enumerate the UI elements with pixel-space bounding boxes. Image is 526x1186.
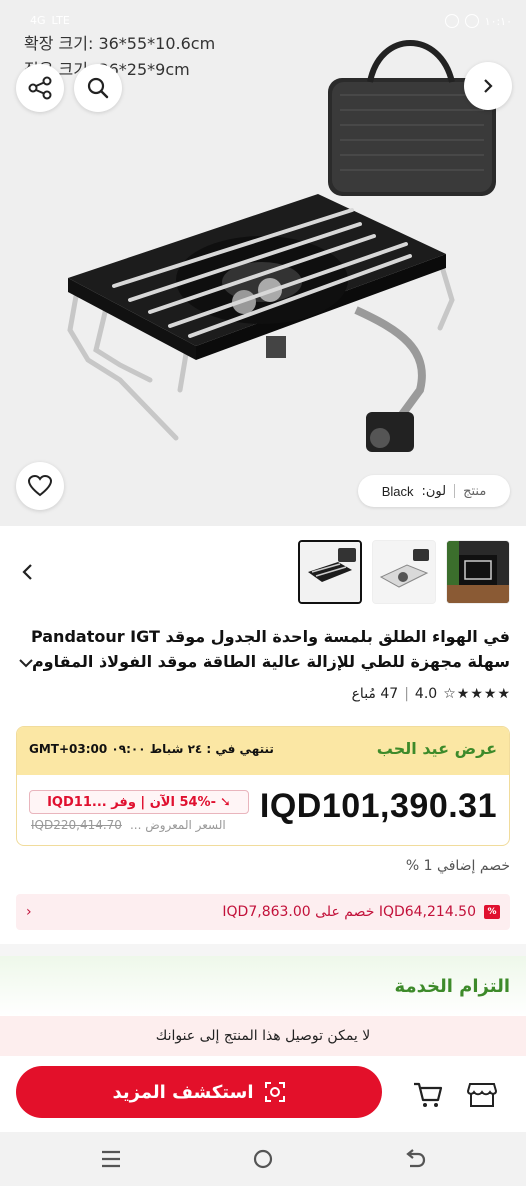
color-value: Black — [381, 483, 414, 499]
product-image-gallery[interactable]: 4G LTE ١٠:١٠ 확장 크기: 36*55*10.6cm 크기: 36*… — [0, 0, 526, 526]
thumbnail-3[interactable] — [446, 540, 510, 604]
service-commitment-section[interactable]: التزام الخدمة — [0, 956, 526, 1016]
store-icon[interactable] — [464, 1076, 500, 1112]
sold-count: 47 مُباع — [351, 686, 399, 702]
promo-card: عرض عيد الحب تنتهي في : ٢٤ شباط ٠٩:٠٠ GM… — [16, 726, 510, 846]
explore-more-label: استكشف المزيد — [112, 1081, 254, 1103]
original-price: IQD220,414.70 — [31, 818, 122, 832]
search-button[interactable] — [74, 64, 122, 112]
share-icon — [28, 76, 52, 100]
spec-expanded-size: 확장 크기: 36*55*10.6cm — [24, 34, 216, 53]
share-button[interactable] — [16, 64, 64, 112]
system-nav-bar — [0, 1132, 526, 1186]
chevron-left-icon[interactable] — [18, 560, 38, 584]
star-icon: ★ — [456, 686, 470, 702]
star-icon: ★ — [483, 686, 497, 702]
promo-header: عرض عيد الحب تنتهي في : ٢٤ شباط ٠٩:٠٠ GM… — [17, 727, 509, 775]
color-variant-chip[interactable]: منتج لون: Black — [358, 475, 510, 507]
product-label: منتج — [463, 483, 487, 499]
original-price-label: السعر المعروض ... — [129, 818, 226, 832]
wishlist-button[interactable] — [16, 462, 64, 510]
recent-apps-icon[interactable] — [98, 1146, 124, 1172]
star-icon: ★ — [470, 686, 483, 702]
explore-more-button[interactable]: استكشف المزيد — [16, 1066, 382, 1118]
chevron-right-icon — [484, 79, 493, 93]
delivery-notice: لا يمكن توصيل هذا المنتج إلى عنوانك — [0, 1016, 526, 1056]
arrow-down-icon: ➘ — [220, 794, 231, 810]
percent-badge-icon: % — [484, 905, 500, 919]
product-title-line: سهلة مجهزة للطي للإزالة عالية الطاقة موق… — [31, 652, 510, 671]
rating-score: 4.0 — [414, 686, 438, 702]
star-empty-icon: ☆ — [443, 686, 456, 702]
thumbnail-strip — [298, 540, 510, 604]
thumbnail-2[interactable] — [372, 540, 436, 604]
thumbnail-image — [300, 542, 360, 602]
color-label: لون: — [421, 483, 447, 499]
divider — [454, 484, 456, 498]
section-divider — [0, 944, 526, 956]
action-bar: استكشف المزيد — [0, 1056, 526, 1132]
home-icon[interactable] — [250, 1146, 276, 1172]
chevron-down-icon[interactable] — [16, 654, 36, 672]
product-title-line: في الهواء الطلق بلمسة واحدة الجدول موقد … — [30, 627, 510, 646]
next-image-button[interactable] — [464, 62, 512, 110]
star-icon: ★ — [497, 686, 510, 702]
star-rating: ★ ★ ★ ★ ☆ — [443, 686, 510, 702]
coupon-row[interactable]: % IQD64,214.50 خصم على IQD7,863.00 ‹ — [16, 894, 510, 930]
divider: | — [404, 686, 409, 702]
thumbnail-image — [447, 541, 509, 603]
search-icon — [87, 77, 109, 99]
chevron-left-icon: ‹ — [26, 904, 32, 920]
scan-icon — [264, 1082, 285, 1102]
original-price-row: السعر المعروض ... IQD220,414.70 — [31, 818, 226, 832]
current-price: IQD101,390.31 — [259, 787, 497, 825]
extra-discount-label: خصم إضافي 1 % — [405, 858, 510, 874]
carry-bag-illustration — [328, 40, 496, 196]
thumbnail-image — [373, 541, 435, 603]
promo-countdown: تنتهي في : ٢٤ شباط ٠٩:٠٠ GMT+03:00 — [29, 742, 274, 756]
heart-icon — [27, 474, 53, 497]
service-title: التزام الخدمة — [394, 976, 510, 997]
discount-badge-text: -54% الآن | وفر ...IQD11 — [47, 794, 216, 810]
promo-name: عرض عيد الحب — [376, 739, 497, 758]
coupon-text: IQD64,214.50 خصم على IQD7,863.00 — [222, 904, 476, 920]
thumbnail-1[interactable] — [298, 540, 362, 604]
discount-badge: ➘ -54% الآن | وفر ...IQD11 — [29, 790, 249, 814]
product-title: في الهواء الطلق بلمسة واحدة الجدول موقد … — [16, 624, 510, 674]
back-icon[interactable] — [402, 1146, 428, 1172]
rating-row[interactable]: ★ ★ ★ ★ ☆ 4.0 | 47 مُباع — [352, 686, 510, 702]
cart-icon[interactable] — [410, 1076, 446, 1112]
